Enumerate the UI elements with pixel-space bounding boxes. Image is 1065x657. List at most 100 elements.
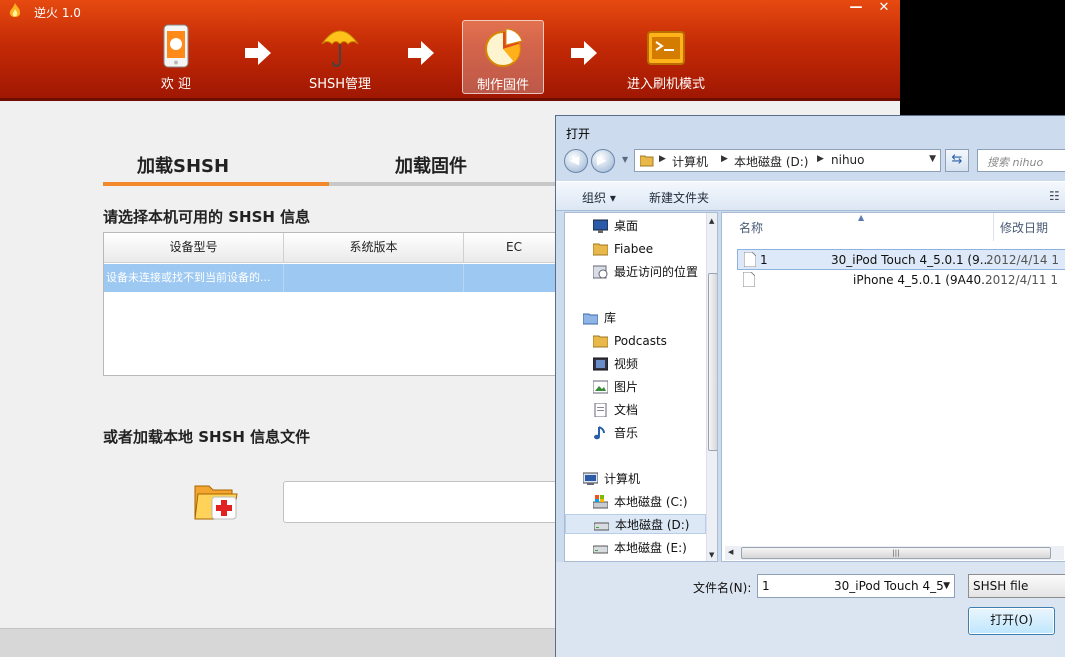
file-row[interactable]: iPhone 4_5.0.1 (9A40... 2012/4/11 1: [737, 270, 1065, 291]
table-cell: 设备未连接或找不到当前设备的...: [104, 264, 284, 292]
file-row[interactable]: 1 30_iPod Touch 4_5.0.1 (9... 2012/4/14 …: [737, 249, 1065, 270]
nav-item-label: 图片: [614, 380, 639, 394]
flame-logo-icon: [9, 3, 21, 17]
open-file-dialog: 打开 ◀ ▶ ▼ ▶ 计算机 ▶ 本地磁盘 (D:) ▶ nihuo ▼ ⇆ 搜…: [555, 115, 1065, 657]
nav-item-label: 本地磁盘 (D:): [615, 518, 690, 532]
file-list-horizontal-scrollbar[interactable]: ◀ |||: [725, 546, 1064, 560]
file-date: 2012/4/11 1: [985, 273, 1058, 287]
nav-item-label: 视频: [614, 357, 639, 371]
video-icon: [593, 357, 608, 371]
drive-icon: [594, 522, 609, 531]
sort-ascending-icon: ▲: [858, 213, 865, 222]
close-button[interactable]: ✕: [870, 0, 898, 18]
column-header-date-modified[interactable]: 修改日期: [1000, 219, 1048, 236]
step-label: SHSH管理: [308, 77, 372, 92]
scroll-left-icon[interactable]: ◀: [728, 548, 733, 556]
navigation-pane: 桌面 Fiabee 最近访问的位置 库 Podcasts 视频 图片 文档 音乐…: [564, 212, 718, 562]
forward-button[interactable]: ▶: [591, 149, 615, 173]
column-header-ecid[interactable]: EC: [464, 233, 564, 263]
filename-label: 文件名(N):: [693, 581, 752, 595]
system-drive-icon: [593, 495, 608, 509]
select-shsh-title: 请选择本机可用的 SHSH 信息: [103, 208, 311, 226]
step-enter-dfu-mode[interactable]: 进入刷机模式: [625, 20, 707, 94]
recent-places-icon: [593, 265, 608, 279]
app-header: 逆火 1.0 — ✕ 欢 迎 SHSH管理 制作固件 进入刷机模式: [0, 0, 900, 101]
step-make-firmware[interactable]: 制作固件: [462, 20, 544, 94]
breadcrumb-drive-d[interactable]: 本地磁盘 (D:): [734, 153, 808, 170]
breadcrumb-separator-icon: ▶: [721, 154, 728, 164]
music-icon: [594, 426, 605, 440]
refresh-button[interactable]: ⇆: [945, 149, 969, 172]
tab-load-firmware[interactable]: 加载固件: [395, 152, 467, 178]
file-type-filter-value: SHSH file: [973, 579, 1029, 593]
tab-track: [103, 182, 563, 186]
filename-value-start: 1: [762, 579, 770, 593]
open-button[interactable]: 打开(O): [968, 607, 1055, 635]
step-welcome[interactable]: 欢 迎: [135, 20, 217, 94]
tab-load-shsh[interactable]: 加载SHSH: [137, 152, 229, 178]
file-list-pane: ▲ 名称 修改日期 1 30_iPod Touch 4_5.0.1 (9... …: [721, 212, 1065, 562]
column-header-system-version[interactable]: 系统版本: [284, 233, 464, 263]
arrow-right-icon: [245, 41, 271, 65]
nav-item-drive-d[interactable]: 本地磁盘 (D:): [565, 514, 706, 534]
scroll-down-icon[interactable]: ▼: [709, 551, 714, 559]
shsh-table[interactable]: 设备型号 系统版本 EC 设备未连接或找不到当前设备的...: [103, 232, 564, 376]
phone-icon: [163, 24, 189, 68]
folder-add-icon[interactable]: [192, 478, 240, 522]
breadcrumb-separator-icon: ▶: [659, 154, 666, 164]
recent-pages-dropdown[interactable]: ▼: [622, 155, 628, 164]
navigation-bar: ◀ ▶ ▼ ▶ 计算机 ▶ 本地磁盘 (D:) ▶ nihuo ▼ ⇆ 搜索 n…: [564, 147, 1065, 174]
step-label: 欢 迎: [160, 77, 192, 92]
breadcrumb-nihuo[interactable]: nihuo: [831, 153, 865, 167]
nav-item-label: 桌面: [614, 219, 639, 233]
dialog-toolbar: 组织 ▾ 新建文件夹 ☷: [556, 181, 1065, 211]
file-name-start: 1: [760, 253, 768, 267]
app-title: 逆火 1.0: [34, 6, 81, 20]
arrow-right-icon: [408, 41, 434, 65]
scrollbar-thumb[interactable]: |||: [741, 547, 1051, 559]
column-header-device-model[interactable]: 设备型号: [104, 233, 284, 263]
shsh-file-path-input[interactable]: [283, 481, 573, 523]
column-header-name[interactable]: 名称: [739, 219, 763, 236]
nav-pane-scrollbar[interactable]: ▲ ▼: [706, 213, 717, 561]
desktop-icon: [593, 219, 608, 233]
new-folder-button[interactable]: 新建文件夹: [649, 189, 709, 206]
table-cell: [284, 264, 464, 292]
breadcrumb-computer[interactable]: 计算机: [672, 153, 708, 170]
breadcrumb-separator-icon: ▶: [817, 154, 824, 164]
filename-value: 30_iPod Touch 4_5: [834, 579, 944, 593]
nav-item-label: 本地磁盘 (C:): [614, 495, 688, 509]
back-button[interactable]: ◀: [564, 149, 588, 173]
nav-item-label: 文档: [614, 403, 639, 417]
table-row[interactable]: 设备未连接或找不到当前设备的...: [104, 264, 562, 292]
address-bar[interactable]: ▶ 计算机 ▶ 本地磁盘 (D:) ▶ nihuo ▼: [634, 149, 941, 172]
nav-item-label: Podcasts: [614, 334, 667, 348]
minimize-button[interactable]: —: [842, 0, 870, 18]
step-shsh-management[interactable]: SHSH管理: [299, 20, 381, 94]
nav-item-label: 最近访问的位置: [614, 265, 699, 279]
column-divider[interactable]: [993, 213, 994, 241]
scrollbar-thumb[interactable]: [708, 273, 717, 451]
dialog-bottom-bar: 文件名(N): 1 30_iPod Touch 4_5 ▼ SHSH file …: [556, 562, 1065, 657]
scroll-up-icon[interactable]: ▲: [709, 217, 714, 225]
filename-dropdown-icon[interactable]: ▼: [943, 581, 950, 591]
file-icon: [744, 252, 756, 267]
back-arrow-icon: ◀: [570, 153, 580, 167]
file-name: 30_iPod Touch 4_5.0.1 (9...: [831, 253, 992, 267]
nav-item-label: Fiabee: [614, 242, 654, 256]
view-options-icon[interactable]: ☷: [1049, 189, 1060, 203]
refresh-icon: ⇆: [951, 152, 963, 167]
nav-item-label: 本地磁盘 (E:): [614, 541, 687, 555]
address-dropdown-icon[interactable]: ▼: [929, 154, 936, 164]
drive-icon: [593, 545, 608, 554]
pictures-icon: [593, 380, 608, 394]
filename-input[interactable]: 1 30_iPod Touch 4_5 ▼: [757, 574, 955, 598]
organize-button[interactable]: 组织 ▾: [582, 189, 616, 206]
search-input[interactable]: 搜索 nihuo: [977, 149, 1065, 172]
step-label: 制作固件: [476, 78, 529, 93]
step-label: 进入刷机模式: [626, 77, 705, 92]
documents-icon: [594, 403, 607, 417]
tab-indicator: [103, 182, 329, 186]
nav-item-label: 音乐: [614, 426, 639, 440]
file-type-filter[interactable]: SHSH file: [968, 574, 1065, 598]
